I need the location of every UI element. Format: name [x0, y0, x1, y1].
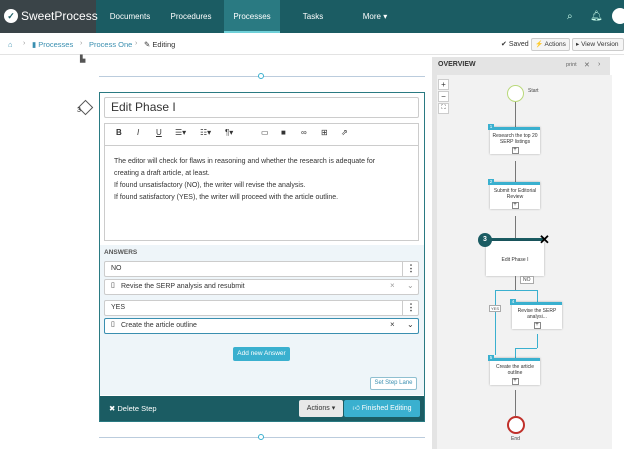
step-number: 3	[77, 107, 81, 114]
description-line: If found unsatisfactory (NO), the writer…	[114, 182, 306, 189]
document-icon: ▯	[111, 321, 115, 328]
node-number: 1	[488, 124, 494, 130]
step-title-input[interactable]: Edit Phase I	[104, 97, 419, 118]
clear-icon[interactable]: ×	[390, 281, 395, 290]
bullet-list-button[interactable]: ☷▾	[200, 128, 211, 137]
node-number: 5	[488, 355, 494, 361]
zoom-out-button[interactable]: −	[438, 91, 449, 102]
insert-step-dot[interactable]	[258, 434, 264, 440]
logo[interactable]: ✓ SweetProcess	[4, 9, 98, 23]
flow-connector	[515, 290, 537, 291]
flow-connector	[495, 290, 515, 291]
close-icon[interactable]: ✕	[539, 232, 550, 248]
nav-tasks[interactable]: Tasks	[288, 0, 338, 33]
no-label: NO	[520, 276, 534, 284]
flow-node[interactable]: Revise the SERP analysi... +	[512, 302, 562, 329]
nav-procedures[interactable]: Procedures	[160, 0, 222, 33]
step-icon: ▙	[80, 56, 86, 63]
close-icon[interactable]: ✕	[584, 61, 590, 69]
flow-connector	[515, 102, 516, 128]
answer-step-select[interactable]: Create the article outline	[104, 318, 419, 334]
zoom-in-button[interactable]: +	[438, 79, 449, 90]
breadcrumb-processes[interactable]: ▮ Processes	[32, 40, 73, 49]
yes-label: YES	[489, 305, 502, 312]
flow-connector	[515, 348, 537, 349]
video-icon[interactable]: ■	[281, 128, 286, 137]
flow-node-selected[interactable]: Edit Phase I	[486, 241, 544, 276]
answer-step-select[interactable]: Revise the SERP analysis and resubmit	[104, 279, 419, 295]
avatar[interactable]	[612, 8, 624, 24]
bell-icon[interactable]: 🔔︎	[590, 11, 603, 22]
breadcrumb-process[interactable]: Process One	[89, 40, 132, 49]
add-answer-button[interactable]: Add new Answer	[233, 347, 290, 361]
expand-icon[interactable]: +	[511, 378, 519, 385]
flow-node[interactable]: Submit for Editorial Review +	[490, 182, 540, 209]
answers-title: ANSWERS	[104, 249, 138, 256]
italic-button[interactable]: I	[137, 128, 139, 137]
breadcrumb-current: ✎ Editing	[144, 40, 176, 49]
expand-icon[interactable]: +	[533, 322, 541, 329]
expand-icon[interactable]: +	[511, 202, 519, 209]
table-icon[interactable]: ⊞	[321, 128, 328, 137]
link-icon[interactable]: ∞	[301, 128, 307, 137]
start-label: Start	[528, 88, 539, 94]
chevron-down-icon[interactable]: ⌄	[407, 281, 414, 290]
nav-processes[interactable]: Processes	[224, 0, 280, 33]
description-line: creating a draft article, at least.	[114, 170, 210, 177]
chevron-down-icon[interactable]: ⌄	[407, 320, 414, 329]
node-number: 4	[510, 299, 516, 305]
actions-button[interactable]: Actions ▾	[299, 400, 343, 417]
flow-connector	[515, 390, 516, 416]
underline-button[interactable]: U	[156, 128, 162, 137]
bold-button[interactable]: B	[116, 128, 122, 137]
node-number: 3	[478, 233, 492, 247]
flow-connector	[515, 348, 516, 358]
nav-documents[interactable]: Documents	[100, 0, 160, 33]
external-link-icon[interactable]: ⇗	[341, 128, 348, 137]
chevron-right-icon[interactable]: ›	[598, 61, 600, 68]
more-options-icon[interactable]: ⋮	[402, 261, 419, 277]
flow-connector	[515, 216, 516, 238]
flow-connector	[495, 290, 496, 355]
more-options-icon[interactable]: ⋮	[402, 300, 419, 316]
expand-icon[interactable]: +	[511, 147, 519, 154]
saved-status: ✔ Saved	[501, 41, 529, 48]
description-line: The editor will check for flaws in reaso…	[114, 158, 376, 165]
paragraph-button[interactable]: ¶▾	[225, 128, 233, 137]
flow-connector	[537, 334, 538, 348]
end-node[interactable]	[507, 416, 525, 434]
view-version-button[interactable]: ▸ View Version	[572, 38, 624, 51]
print-link[interactable]: print	[566, 62, 577, 68]
description-line: If found satisfactory (YES), the writer …	[114, 194, 339, 201]
fit-view-button[interactable]: ⛶	[438, 103, 449, 114]
home-icon[interactable]: ⌂	[8, 40, 13, 49]
flow-connector	[537, 290, 538, 302]
answer-label-input[interactable]: NO	[104, 261, 419, 277]
start-node[interactable]	[507, 85, 524, 102]
breadcrumb-separator: ›	[23, 40, 26, 47]
image-icon[interactable]: ▭	[261, 128, 269, 137]
breadcrumb-separator: ›	[80, 40, 83, 47]
nav-more[interactable]: More ▾	[350, 0, 400, 33]
finished-editing-button[interactable]: 👍︎ Finished Editing	[344, 400, 420, 417]
actions-toolbar-button[interactable]: ⚡ Actions	[531, 38, 570, 51]
logo-icon: ✓	[4, 9, 18, 23]
insert-step-dot[interactable]	[258, 73, 264, 79]
ordered-list-button[interactable]: ☰▾	[175, 128, 186, 137]
overview-title: OVERVIEW	[438, 61, 476, 68]
step-description-editor[interactable]: The editor will check for flaws in reaso…	[104, 145, 419, 241]
delete-step-button[interactable]: ✖ Delete Step	[109, 404, 157, 413]
clear-icon[interactable]: ×	[390, 320, 395, 329]
search-icon[interactable]: ⌕	[567, 11, 573, 22]
set-step-lane-button[interactable]: Set Step Lane	[370, 377, 417, 390]
document-icon: ▯	[111, 282, 115, 289]
breadcrumb-separator: ›	[135, 40, 138, 47]
flow-node[interactable]: Research the top 20 SERP listings +	[490, 127, 540, 154]
flow-connector	[515, 276, 516, 290]
end-label: End	[511, 436, 520, 442]
flow-connector	[515, 161, 516, 182]
answer-label-input[interactable]: YES	[104, 300, 419, 316]
flow-node[interactable]: Create the article outline +	[490, 358, 540, 385]
node-number: 2	[488, 179, 494, 185]
